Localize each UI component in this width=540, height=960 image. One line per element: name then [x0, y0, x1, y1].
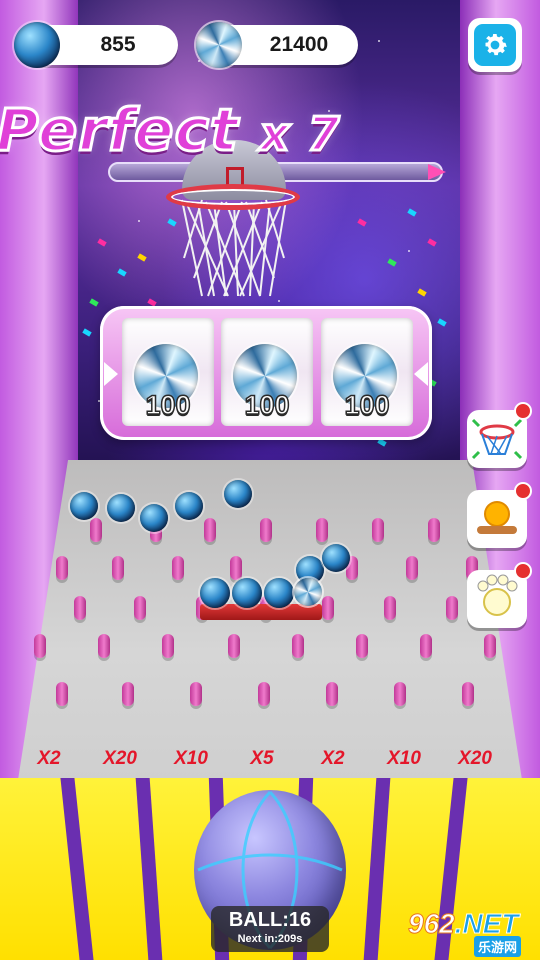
multiplier-label: X10 [174, 748, 208, 769]
peg [230, 556, 242, 580]
slot-right-arrow-icon [414, 362, 428, 386]
peg [190, 682, 202, 706]
peg [372, 518, 384, 542]
peg [204, 518, 216, 542]
blue-ball-icon [140, 504, 168, 532]
peg [446, 596, 458, 620]
peg [316, 518, 328, 542]
peg [394, 682, 406, 706]
blue-ball-icon [224, 480, 252, 508]
blue-ball-icon [14, 22, 60, 68]
multiplier-label: X10 [387, 748, 421, 769]
watermark-subtitle: 乐游网 [474, 936, 522, 957]
watermark-brand: 962 [408, 908, 456, 940]
peg [322, 596, 334, 620]
watermark-tld: .NET [454, 908, 519, 940]
peg [406, 556, 418, 580]
slot-1-value: 100 [145, 389, 192, 421]
peg [462, 682, 474, 706]
hoop-net [181, 199, 287, 297]
multiplier-label: X20 [458, 748, 492, 769]
multiplier-label: X5 [250, 748, 274, 769]
next-ball-timer: Next in:209s [237, 933, 303, 945]
slot-3-value: 100 [344, 389, 391, 421]
perfect-text: Perfect [0, 95, 239, 166]
peg [56, 556, 68, 580]
peg [326, 682, 338, 706]
blue-ball-icon [322, 544, 350, 572]
multiplier-label: X2 [37, 748, 61, 769]
gems-counter-value: 21400 [269, 33, 329, 56]
notification-dot [514, 482, 532, 500]
track-arrow-icon [428, 164, 446, 180]
slot-2-value: 100 [244, 389, 291, 421]
hoop-rim [166, 184, 300, 210]
peg [292, 634, 304, 658]
peg [134, 596, 146, 620]
blue-ball-icon [264, 578, 294, 608]
peg [74, 596, 86, 620]
peg [172, 556, 184, 580]
blue-ball-icon [107, 494, 135, 522]
settings-button[interactable] [468, 18, 522, 72]
combo-multiplier: x 7 [258, 106, 341, 163]
multiplier-row: X2 X20 X10 X5 X2 X10 X20 [14, 748, 526, 780]
slot-left-arrow-icon [104, 362, 118, 386]
peg [484, 634, 496, 658]
ball-count-label: BALL:16 [228, 909, 312, 931]
gear-icon [485, 34, 507, 56]
peg [420, 634, 432, 658]
peg [258, 682, 270, 706]
peg [56, 682, 68, 706]
blue-ball-icon [232, 578, 262, 608]
peg [122, 682, 134, 706]
balls-counter-value: 855 [100, 33, 136, 56]
notification-dot [514, 402, 532, 420]
game-scene: 855 21400 Perfect x 7 100 100 100 X2 X20… [0, 0, 540, 960]
peg [428, 518, 440, 542]
notification-dot [514, 562, 532, 580]
multiplier-label: X2 [321, 748, 345, 769]
blue-ball-icon [175, 492, 203, 520]
peg [384, 596, 396, 620]
multiplier-label: X20 [103, 748, 137, 769]
blue-ball-icon [70, 492, 98, 520]
peg [162, 634, 174, 658]
peg [228, 634, 240, 658]
diamond-ball-icon [294, 578, 322, 606]
peg [90, 518, 102, 542]
blue-ball-icon [200, 578, 230, 608]
peg [356, 634, 368, 658]
ball-counter: BALL:16 Next in:209s [211, 906, 329, 952]
peg [98, 634, 110, 658]
perfect-banner: Perfect x 7 [0, 95, 341, 166]
peg [34, 634, 46, 658]
peg [260, 518, 272, 542]
diamond-ball-icon [196, 22, 242, 68]
peg [112, 556, 124, 580]
